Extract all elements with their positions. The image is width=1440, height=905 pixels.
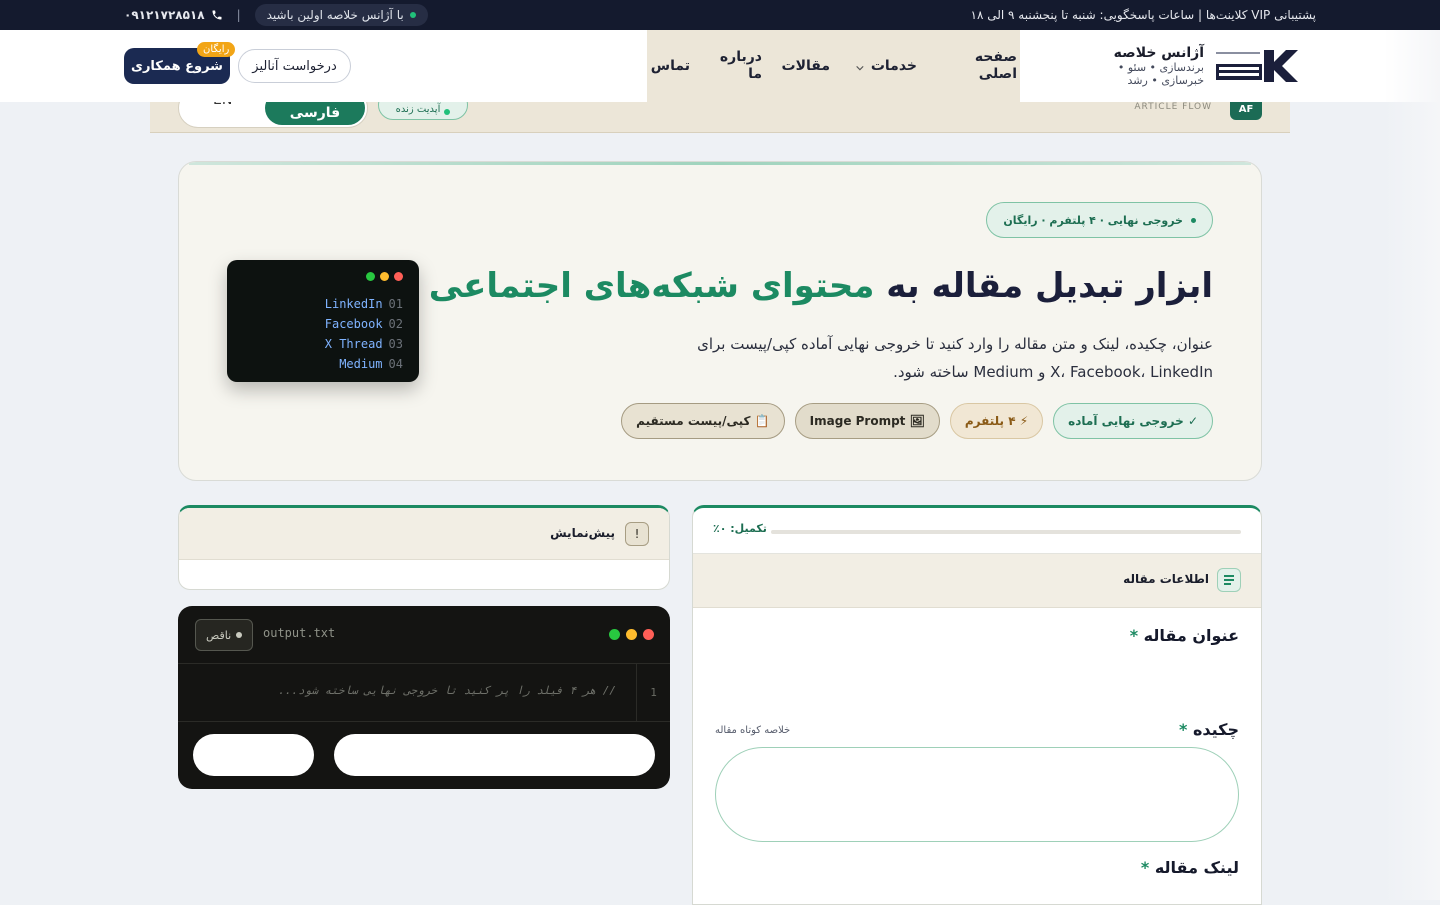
app-label: ARTICLE FLOW: [1134, 102, 1212, 112]
nav-services[interactable]: خدمات: [855, 30, 917, 102]
site-header: صفحه اصلی خدمات مقالات درباره ما تماس آژ…: [0, 30, 1440, 102]
page-title-accent: محتوای شبکه‌های اجتماعی: [428, 266, 875, 306]
page-edge-fade: [1384, 30, 1440, 900]
live-update-chip: آپدیت زنده: [378, 102, 468, 120]
phone-number: ۰۹۱۲۱۷۲۸۵۱۸: [124, 8, 205, 22]
abstract-hint: خلاصه کوتاه مقاله: [715, 725, 791, 736]
article-form: تکمیل: ۰٪ اطلاعات مقاله عنوان مقاله * چک…: [692, 505, 1262, 905]
abstract-field-label: چکیده *: [1178, 720, 1239, 739]
preview-title: پیش‌نمایش: [550, 526, 615, 540]
title-field-label: عنوان مقاله *: [1129, 626, 1239, 645]
platform-terminal: LinkedIn 01 Facebook 02 X Thread 03 Medium 0…: [227, 260, 419, 382]
nav-services-label: خدمات: [870, 57, 917, 74]
status-dot-icon: [409, 12, 416, 18]
terminal-item: Facebook 02: [324, 317, 403, 331]
line-number: 1: [636, 664, 670, 722]
link-field-label: لینک مقاله *: [1140, 858, 1239, 877]
chip-four-platforms: ⚡ ۴ پلتفرم: [949, 403, 1044, 439]
live-dot-icon: [444, 109, 451, 115]
primary-output-button[interactable]: [334, 734, 655, 776]
terminal-green-dot-icon: [366, 272, 375, 281]
brand-tagline: برندسازی • سئو • خبرسازی • رشد: [1117, 61, 1204, 87]
chip-final-output: ✓ خروجی نهایی آماده: [1053, 403, 1213, 439]
section-title: اطلاعات مقاله: [1123, 572, 1209, 586]
abstract-textarea[interactable]: [715, 747, 1239, 842]
progress-bar: تکمیل: ۰٪: [693, 508, 1261, 554]
output-red-dot-icon: [643, 629, 654, 640]
output-placeholder: // هر ۴ فیلد را پر کنید تا خروجی نهایی س…: [278, 684, 616, 697]
feature-chips: ✓ خروجی نهایی آماده ⚡ ۴ پلتفرم 🖼 Image P…: [621, 403, 1213, 439]
request-analysis-button[interactable]: درخواست آنالیز: [238, 49, 351, 83]
output-yellow-dot-icon: [626, 629, 637, 640]
title-input[interactable]: [715, 654, 1239, 698]
lang-en-option[interactable]: EN: [213, 102, 232, 108]
lang-fa-option[interactable]: فارسی: [265, 102, 365, 125]
nav-background: [647, 30, 1020, 102]
app-strip: ARTICLE FLOW AF EN فارسی آپدیت زنده: [150, 102, 1290, 133]
chevron-down-icon: [856, 65, 864, 71]
hero-top-chip: خروجی نهایی · ۴ پلتفرم · رایگان: [986, 202, 1213, 238]
status-dot-icon: [236, 632, 243, 638]
output-header: output.txt ناقص: [178, 606, 670, 664]
output-body[interactable]: 1 // هر ۴ فیلد را پر کنید تا خروجی نهایی…: [178, 664, 670, 722]
secondary-output-button[interactable]: [193, 734, 314, 776]
nav-articles[interactable]: مقالات: [782, 30, 831, 102]
topbar-separator: |: [236, 8, 241, 22]
output-filename: output.txt: [263, 626, 336, 640]
live-update-label: آپدیت زنده: [395, 104, 441, 115]
terminal-item: X Thread 03: [324, 337, 403, 351]
status-badge: ناقص: [195, 619, 254, 651]
nav-contact[interactable]: تماس: [651, 30, 690, 102]
output-green-dot-icon: [609, 629, 620, 640]
output-terminal: output.txt ناقص 1 // هر ۴ فیلد را پر کنی…: [178, 606, 670, 789]
phone-link[interactable]: ۰۹۱۲۱۷۲۸۵۱۸: [124, 8, 223, 22]
brand-name: آژانس خلاصه: [1113, 45, 1204, 61]
preview-header: ! پیش‌نمایش: [179, 508, 669, 560]
terminal-red-dot-icon: [394, 272, 403, 281]
page-title: ابزار تبدیل مقاله به محتوای شبکه‌های اجت…: [429, 266, 1213, 306]
hero-card: خروجی نهایی · ۴ پلتفرم · رایگان ابزار تب…: [178, 161, 1262, 481]
hero-accent-line: [189, 162, 1251, 165]
logo-icon: [1216, 48, 1298, 84]
chip-image-prompt: 🖼 Image Prompt: [794, 403, 940, 439]
page-title-plain: ابزار تبدیل مقاله به: [874, 266, 1213, 306]
progress-track: [771, 530, 1241, 534]
hero-top-chip-label: خروجی نهایی · ۴ پلتفرم · رایگان: [1003, 213, 1183, 227]
section-header: اطلاعات مقاله: [693, 554, 1261, 608]
agency-pill: با آژانس خلاصه اولین باشید: [254, 4, 428, 26]
free-badge: رایگان: [197, 42, 236, 57]
nav-about[interactable]: درباره ما: [720, 30, 762, 102]
document-icon: [1217, 568, 1241, 592]
top-bar: پشتیبانی VIP کلاینت‌ها | ساعات پاسخگویی:…: [0, 0, 1440, 30]
terminal-item: Medium 04: [339, 357, 403, 371]
language-toggle[interactable]: EN فارسی: [178, 102, 368, 128]
brand[interactable]: آژانس خلاصه برندسازی • سئو • خبرسازی • ر…: [1088, 42, 1298, 90]
terminal-item: LinkedIn 01: [324, 297, 403, 311]
progress-label: تکمیل: ۰٪: [713, 522, 767, 535]
terminal-yellow-dot-icon: [380, 272, 389, 281]
hero-description: عنوان، چکیده، لینک و متن مقاله را وارد ک…: [697, 335, 1213, 381]
chip-dot-icon: [1191, 217, 1196, 223]
chip-copy-paste: 📋 کپی/پیست مستقیم: [621, 403, 785, 439]
alert-icon: !: [625, 522, 649, 546]
preview-panel: ! پیش‌نمایش: [178, 505, 670, 590]
support-hours-text: پشتیبانی VIP کلاینت‌ها | ساعات پاسخگویی:…: [970, 8, 1317, 22]
app-icon: AF: [1230, 102, 1262, 120]
nav-home[interactable]: صفحه اصلی: [975, 30, 1017, 102]
phone-icon: [212, 10, 222, 20]
agency-pill-label: با آژانس خلاصه اولین باشید: [266, 8, 404, 22]
status-label: ناقص: [206, 628, 232, 642]
